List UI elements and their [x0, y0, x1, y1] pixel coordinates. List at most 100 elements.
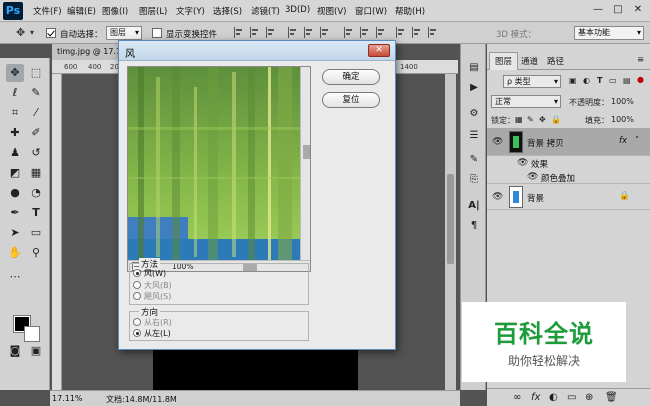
- show-transform-checkbox[interactable]: [152, 28, 162, 38]
- clone-stamp-tool-icon[interactable]: ♟: [6, 144, 24, 162]
- eye-icon[interactable]: 👁: [517, 158, 528, 168]
- menu-view[interactable]: 视图(V): [317, 5, 346, 17]
- paragraph-panel-icon[interactable]: ¶: [466, 218, 482, 234]
- radio-button[interactable]: [133, 329, 141, 337]
- ok-button[interactable]: 确定: [322, 69, 380, 85]
- lasso-tool-icon[interactable]: ℓ: [6, 84, 24, 102]
- align-vcenter-icon[interactable]: [250, 27, 260, 38]
- actions-panel-icon[interactable]: ▶: [466, 80, 482, 96]
- lock-image-icon[interactable]: ✎: [527, 115, 534, 124]
- character-panel-icon[interactable]: A|: [466, 198, 482, 214]
- history-brush-tool-icon[interactable]: ↺: [27, 144, 45, 162]
- eyedropper-tool-icon[interactable]: ⁄: [27, 104, 45, 122]
- menu-file[interactable]: 文件(F): [33, 5, 62, 17]
- more-tools-icon[interactable]: ⋯: [6, 268, 24, 286]
- tab-channels[interactable]: 通道: [521, 55, 538, 67]
- background-color-swatch[interactable]: [24, 326, 40, 342]
- radio-button[interactable]: [133, 318, 141, 326]
- gradient-tool-icon[interactable]: ▦: [27, 164, 45, 182]
- zoom-tool-icon[interactable]: ⚲: [27, 244, 45, 262]
- blend-mode-dropdown[interactable]: 正常: [491, 95, 561, 108]
- align-bottom-icon[interactable]: [266, 27, 276, 38]
- move-tool-icon[interactable]: ✥: [6, 64, 24, 82]
- eye-icon[interactable]: 👁: [492, 192, 503, 202]
- type-tool-icon[interactable]: T: [27, 204, 45, 222]
- method-option-stagger[interactable]: 飓风(S): [133, 291, 171, 302]
- align-right-icon[interactable]: [320, 27, 330, 38]
- scrollbar-thumb[interactable]: [447, 174, 454, 264]
- method-option-wind[interactable]: 风(W): [133, 268, 166, 279]
- screen-mode-icon[interactable]: ▣: [27, 342, 45, 360]
- effects-row[interactable]: 👁 效果: [487, 156, 650, 170]
- move-tool-icon[interactable]: ✥: [16, 26, 25, 39]
- close-window-button[interactable]: ✕: [632, 4, 644, 16]
- menu-help[interactable]: 帮助(H): [395, 5, 425, 17]
- scrollbar-thumb[interactable]: [303, 145, 310, 159]
- quick-select-tool-icon[interactable]: ✎: [27, 84, 45, 102]
- dialog-title-bar[interactable]: 风 ✕: [119, 41, 395, 61]
- chevron-down-icon[interactable]: ▾: [30, 28, 34, 37]
- layer-row[interactable]: 👁 背景 拷贝 fx ˄: [487, 128, 650, 156]
- opacity-value[interactable]: 100%: [611, 97, 634, 106]
- distribute-hcenter-icon[interactable]: [412, 27, 422, 38]
- filter-preview[interactable]: − + 100%: [127, 66, 311, 272]
- layer-name[interactable]: 背景 拷贝: [527, 137, 564, 149]
- align-hcenter-icon[interactable]: [304, 27, 314, 38]
- lock-transparent-icon[interactable]: ▦: [515, 115, 523, 124]
- radio-button[interactable]: [133, 281, 141, 289]
- direction-option-right[interactable]: 从右(R): [133, 317, 172, 328]
- preview-vscrollbar[interactable]: [300, 67, 310, 260]
- new-group-icon[interactable]: ▭: [567, 392, 576, 403]
- menu-filter[interactable]: 滤镜(T): [251, 5, 280, 17]
- maximize-button[interactable]: □: [612, 4, 624, 16]
- clone-source-icon[interactable]: ⎘: [466, 172, 482, 188]
- auto-select-checkbox[interactable]: [46, 28, 56, 38]
- menu-window[interactable]: 窗口(W): [355, 5, 387, 17]
- menu-select[interactable]: 选择(S): [213, 5, 242, 17]
- document-tab[interactable]: timg.jpg @ 17.1: [52, 44, 120, 60]
- add-style-icon[interactable]: fx: [531, 392, 540, 403]
- filter-type-icon[interactable]: T: [597, 76, 602, 85]
- pen-tool-icon[interactable]: ✒: [6, 204, 24, 222]
- menu-image[interactable]: 图像(I): [102, 5, 128, 17]
- workspace-dropdown[interactable]: 基本功能: [574, 26, 644, 40]
- minimize-button[interactable]: —: [592, 4, 604, 16]
- crop-tool-icon[interactable]: ⌗: [6, 104, 24, 122]
- chevron-up-icon[interactable]: ˄: [635, 136, 639, 146]
- dialog-close-button[interactable]: ✕: [368, 44, 390, 57]
- new-layer-icon[interactable]: ⊕: [585, 392, 593, 403]
- reset-button[interactable]: 复位: [322, 92, 380, 108]
- layer-row[interactable]: 👁 背景 🔒: [487, 184, 650, 210]
- menu-edit[interactable]: 编辑(E): [67, 5, 96, 17]
- document-canvas[interactable]: [153, 350, 358, 390]
- brush-tool-icon[interactable]: ✐: [27, 124, 45, 142]
- dodge-tool-icon[interactable]: ◔: [27, 184, 45, 202]
- lock-position-icon[interactable]: ✥: [539, 115, 546, 124]
- lock-all-icon[interactable]: 🔒: [551, 115, 561, 124]
- radio-button[interactable]: [133, 269, 141, 277]
- add-mask-icon[interactable]: ◐: [549, 392, 558, 403]
- eye-icon[interactable]: 👁: [527, 172, 538, 182]
- filter-toggle-icon[interactable]: ●: [637, 75, 644, 84]
- panel-menu-icon[interactable]: ≡: [637, 55, 644, 65]
- hand-tool-icon[interactable]: ✋: [6, 244, 24, 262]
- align-top-icon[interactable]: [234, 27, 244, 38]
- fx-icon[interactable]: fx: [619, 136, 627, 146]
- menu-type[interactable]: 文字(Y): [176, 5, 205, 17]
- trash-icon[interactable]: 🗑: [605, 392, 618, 403]
- marquee-tool-icon[interactable]: ⬚: [27, 64, 45, 82]
- history-panel-icon[interactable]: ▤: [466, 60, 482, 76]
- link-layers-icon[interactable]: ∞: [513, 392, 521, 403]
- brush-panel-icon[interactable]: ✎: [466, 152, 482, 168]
- distribute-right-icon[interactable]: [428, 27, 438, 38]
- effect-item-row[interactable]: 👁 颜色叠加: [487, 170, 650, 184]
- adjustments-panel-icon[interactable]: ⚙: [466, 106, 482, 122]
- distribute-top-icon[interactable]: [344, 27, 354, 38]
- filter-adjust-icon[interactable]: ◐: [583, 76, 590, 85]
- radio-button[interactable]: [133, 292, 141, 300]
- auto-select-dropdown[interactable]: 图层: [106, 26, 142, 40]
- menu-layer[interactable]: 图层(L): [139, 5, 167, 17]
- distribute-left-icon[interactable]: [396, 27, 406, 38]
- healing-brush-tool-icon[interactable]: ✚: [6, 124, 24, 142]
- direction-option-left[interactable]: 从左(L): [133, 328, 171, 339]
